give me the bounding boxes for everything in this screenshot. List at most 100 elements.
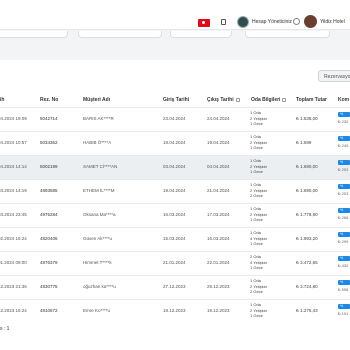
- commission-amount: ₺ 299: [338, 239, 349, 244]
- hotel-avatar[interactable]: [304, 15, 317, 28]
- column-header-room-info[interactable]: Oda Bilgileri: [251, 97, 287, 103]
- room-info: 1 Oda 2 Yetişkin 1 Gece: [250, 302, 267, 319]
- night-count: 1 Gece: [250, 217, 263, 223]
- total-amount: ₺ 1.599: [296, 140, 312, 145]
- filter-field-1[interactable]: [0, 31, 68, 38]
- customer-name: ETHEM İL****M: [83, 188, 115, 193]
- commission-amount: ₺ 253: [338, 191, 349, 196]
- commission: % ₺ 430: [338, 256, 350, 268]
- commission-rate-badge: %: [338, 280, 350, 285]
- checkin-date: 19.04.2024: [163, 188, 186, 193]
- reservation-number[interactable]: 5034362: [40, 140, 58, 145]
- commission-rate-badge: %: [338, 208, 350, 213]
- reservation-date: 04.2024 14:14: [0, 164, 27, 169]
- table-row[interactable]: 12.2023 16:24 4810672 Emre Ko****u 18.12.20…: [0, 299, 350, 323]
- reservation-number[interactable]: 5042714: [40, 116, 58, 121]
- reservation-number[interactable]: 4876379: [40, 260, 58, 265]
- commission-rate-badge: %: [338, 184, 350, 189]
- filter-field-2[interactable]: [78, 31, 162, 38]
- commission: % ₺ 558: [338, 280, 350, 292]
- hotel-name[interactable]: Yildiz Hotel: [320, 19, 345, 25]
- table-row[interactable]: 03.2024 14:19 4893585 ETHEM İL****M 19.04.2…: [0, 179, 350, 203]
- total-amount: ₺ 3.472,65: [296, 260, 318, 265]
- table-row[interactable]: 04.2024 10:57 5034362 HABIB Ö****A 18.04.20…: [0, 131, 350, 155]
- top-navbar: Hesap Yöneticiniz Yildiz Hotel: [0, 0, 350, 30]
- commission-amount: ₺ 230: [338, 119, 349, 124]
- table-header: rih Rez. No Müşteri Adı Giriş Tarihi Çık…: [0, 95, 350, 107]
- night-count: 1 Gece: [250, 313, 263, 319]
- table-row[interactable]: 02.2024 16:24 4820406 Güven Ak****u 15.03.2…: [0, 227, 350, 251]
- table-row[interactable]: 03.2024 23:45 4975284 Oksana Ma****a 16.03.…: [0, 203, 350, 227]
- checkout-date: 22.01.2024: [207, 260, 230, 265]
- commission: % ₺ 230: [338, 112, 350, 124]
- sort-icon[interactable]: [235, 97, 240, 102]
- checkout-date: 21.04.2024: [207, 188, 230, 193]
- table-row[interactable]: 12.2023 21:36 4830775 oğuzhan ka****u 27.12…: [0, 275, 350, 299]
- reservation-date: 12.2023 16:24: [0, 308, 27, 313]
- reservation-number[interactable]: 4975284: [40, 212, 58, 217]
- column-header-checkin[interactable]: Giriş Tarihi: [163, 97, 189, 103]
- checkout-date: 19.12.2023: [207, 308, 230, 313]
- customer-name: oğuzhan ka****u: [83, 284, 116, 289]
- night-count: 1 Gece: [250, 241, 263, 247]
- column-header-rez-no[interactable]: Rez. No: [40, 97, 58, 103]
- table-row[interactable]: 01.2024 09:00 4876379 Himmet T****k 21.01.2…: [0, 251, 350, 275]
- filter-bar: [0, 31, 350, 39]
- briefcase-icon[interactable]: [221, 19, 226, 25]
- customer-name: SAMET Cİ****AN: [83, 164, 118, 169]
- reservation-number[interactable]: 5002199: [40, 164, 58, 169]
- reservation-number[interactable]: 4830775: [40, 284, 58, 289]
- reservation-button[interactable]: Rezervasyo: [318, 70, 350, 82]
- customer-name: Emre Ko****u: [83, 308, 111, 313]
- checkin-date: 18.04.2024: [163, 140, 186, 145]
- room-info: 1 Oda 2 Yetişkin 2 Gece: [250, 182, 267, 199]
- column-header-total[interactable]: Toplam Tutar: [296, 97, 327, 103]
- night-count: 1 Gece: [250, 265, 263, 271]
- currency-icon[interactable]: [293, 18, 300, 25]
- total-amount: ₺ 1.276,43: [296, 308, 318, 313]
- commission-rate-badge: %: [338, 232, 350, 237]
- column-header-customer[interactable]: Müşteri Adı: [83, 97, 110, 103]
- turkish-flag-icon[interactable]: [198, 19, 210, 27]
- checkout-date: 04.04.2024: [207, 164, 230, 169]
- commission: % ₺ 191: [338, 304, 350, 316]
- commission: % ₺ 240: [338, 136, 350, 148]
- total-amount: ₺ 1.690,00: [296, 164, 318, 169]
- checkin-date: 21.01.2024: [163, 260, 186, 265]
- commission-amount: ₺ 191: [338, 311, 349, 316]
- night-count: 2 Gece: [250, 193, 263, 199]
- filter-field-3[interactable]: [170, 31, 232, 38]
- commission: % ₺ 253: [338, 160, 350, 172]
- room-info: 1 Oda 2 Yetişkin 1 Gece: [250, 158, 267, 175]
- customer-name: Himmet T****k: [83, 260, 112, 265]
- column-header-checkout[interactable]: Çıkış Tarihi: [207, 97, 240, 103]
- reservation-date: 03.2024 14:19: [0, 188, 27, 193]
- reservation-number[interactable]: 4893585: [40, 188, 58, 193]
- commission-amount: ₺ 430: [338, 263, 349, 268]
- account-manager-label[interactable]: Hesap Yöneticiniz: [252, 19, 292, 25]
- reservation-date: 03.2024 23:45: [0, 212, 27, 217]
- account-manager-avatar[interactable]: [237, 16, 249, 28]
- room-info: 1 Oda 2 Yetişkin 1 Gece: [250, 110, 267, 127]
- room-info: 1 Oda 4 Yetişkin 1 Gece: [250, 230, 267, 247]
- room-info: 1 Oda 2 Yetişkin 1 Gece: [250, 134, 267, 151]
- sort-icon[interactable]: [282, 97, 287, 102]
- table-row[interactable]: 04.2024 14:14 5002199 SAMET Cİ****AN 03.04.…: [0, 155, 350, 179]
- table-row[interactable]: 04.2024 19:09 5042714 BARIS AK****R 23.04.2…: [0, 107, 350, 131]
- checkout-date: 29.12.2023: [207, 284, 230, 289]
- commission-amount: ₺ 266: [338, 215, 349, 220]
- reservation-number[interactable]: 4810672: [40, 308, 58, 313]
- total-amount: ₺ 1.993,20: [296, 236, 318, 241]
- commission: % ₺ 299: [338, 232, 350, 244]
- total-amount: ₺ 3.724,80: [296, 284, 318, 289]
- customer-name: Oksana Ma****a: [83, 212, 116, 217]
- reservation-number[interactable]: 4820406: [40, 236, 58, 241]
- checkin-date: 16.03.2024: [163, 212, 186, 217]
- checkout-date: 16.03.2024: [207, 236, 230, 241]
- filter-field-4[interactable]: [245, 31, 330, 38]
- column-header-date[interactable]: rih: [0, 97, 4, 103]
- checkout-date: 19.04.2024: [207, 140, 230, 145]
- reservation-date: 04.2024 19:09: [0, 116, 27, 121]
- commission: % ₺ 253: [338, 184, 350, 196]
- column-header-commission[interactable]: Kom: [338, 97, 349, 103]
